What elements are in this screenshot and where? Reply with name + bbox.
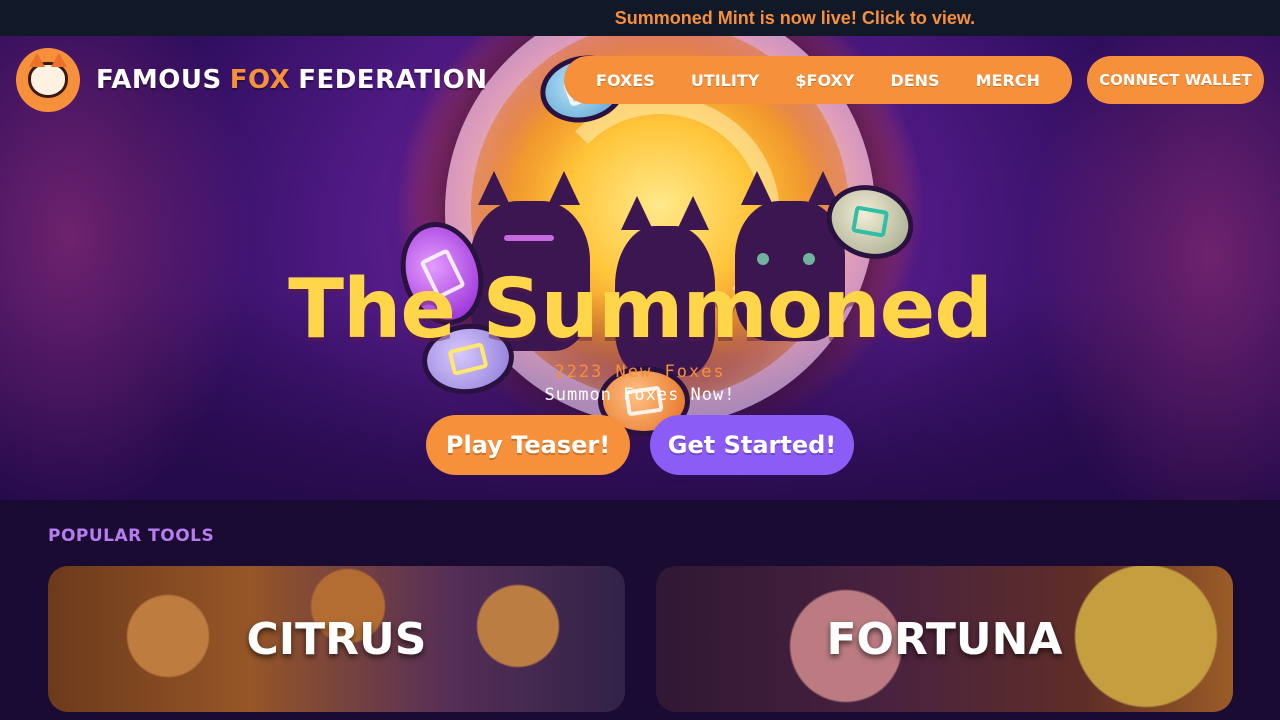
nav-item-merch[interactable]: MERCH [976, 71, 1040, 90]
brand-accent: FOX [229, 65, 291, 95]
nav-item-utility[interactable]: UTILITY [691, 71, 760, 90]
fox-face-icon [28, 53, 68, 98]
main-nav: FOXES UTILITY $FOXY DENS MERCH [564, 56, 1072, 104]
hero-subtitle: Summon Foxes Now! [544, 385, 736, 405]
hero-count-text: 2223 New Foxes [554, 362, 726, 382]
announcement-bar[interactable]: Summoned Mint is now live! Click to view… [0, 0, 1280, 36]
nav-item-foxes[interactable]: FOXES [596, 71, 655, 90]
tool-card-title: CITRUS [246, 613, 427, 665]
play-teaser-button[interactable]: Play Teaser! [426, 415, 630, 475]
brand-part1: FAMOUS [96, 65, 222, 95]
brand-wordmark[interactable]: FAMOUS FOX FEDERATION [96, 62, 487, 98]
hero-title: The Summoned [288, 262, 993, 357]
nav-item-dens[interactable]: DENS [890, 71, 939, 90]
announcement-text[interactable]: Summoned Mint is now live! Click to view… [615, 8, 975, 29]
tool-card-fortuna[interactable]: FORTUNA [656, 566, 1233, 712]
nav-item-foxy[interactable]: $FOXY [795, 71, 854, 90]
tool-card-citrus[interactable]: CITRUS [48, 566, 625, 712]
fox-logo-icon[interactable] [16, 48, 80, 112]
tool-card-title: FORTUNA [826, 613, 1063, 665]
get-started-button[interactable]: Get Started! [650, 415, 854, 475]
section-title-popular-tools: POPULAR TOOLS [48, 526, 215, 546]
brand-part2: FEDERATION [298, 65, 488, 95]
connect-wallet-button[interactable]: CONNECT WALLET [1087, 56, 1264, 104]
